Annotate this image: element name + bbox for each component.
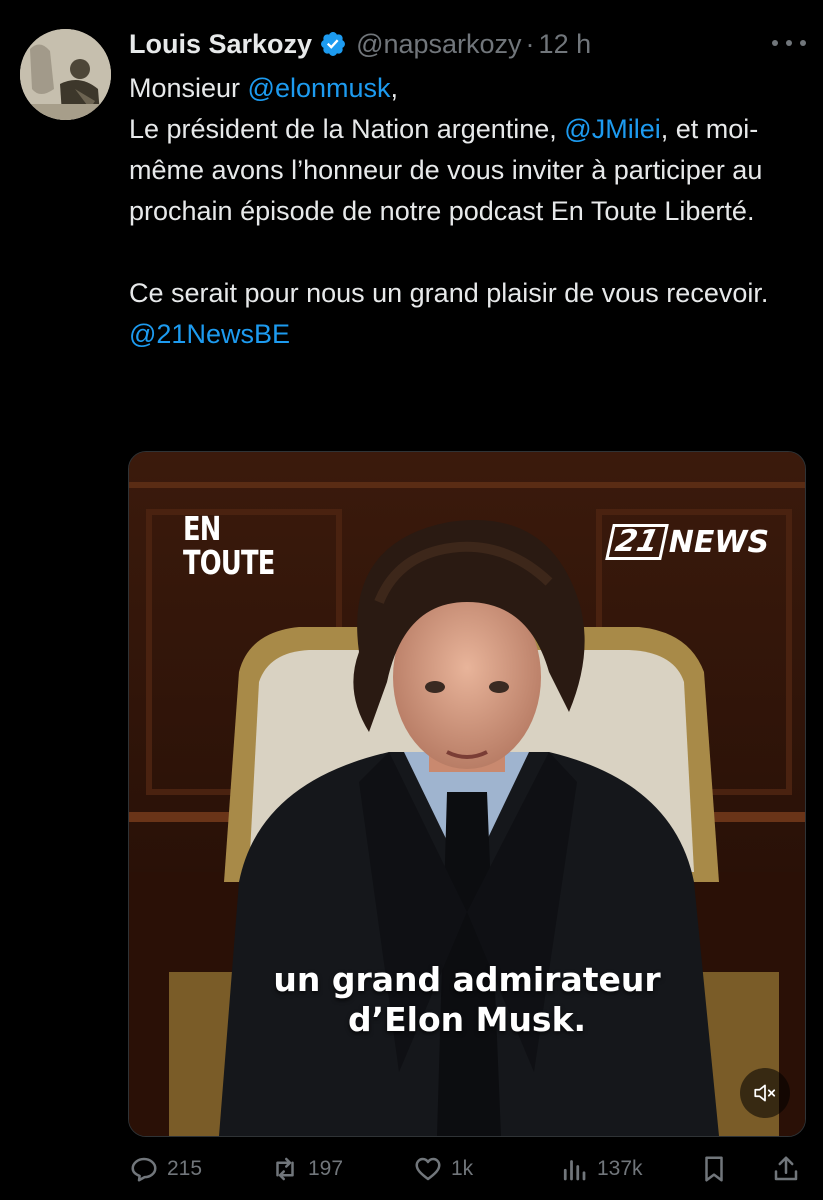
author-handle[interactable]: @napsarkozy	[356, 29, 521, 60]
video-player[interactable]: EN TOUTE 21 NEWS un grand admirateur d’E…	[128, 451, 806, 1137]
mute-button[interactable]	[740, 1068, 790, 1118]
tweet-header: Louis Sarkozy @napsarkozy · 12 h	[129, 26, 591, 62]
caption-line-2: d’Elon Musk.	[347, 1000, 587, 1039]
author-name[interactable]: Louis Sarkozy	[129, 29, 312, 60]
separator-dot: ·	[525, 28, 535, 59]
reply-button[interactable]: 215	[129, 1150, 202, 1188]
channel-logo-text: NEWS	[668, 524, 770, 560]
heart-icon	[415, 1157, 441, 1181]
repost-icon	[276, 1157, 294, 1181]
share-button[interactable]	[771, 1150, 809, 1188]
timestamp[interactable]: 12 h	[539, 29, 592, 60]
avatar[interactable]	[20, 29, 111, 120]
like-button[interactable]: 1k	[413, 1150, 473, 1188]
reply-count: 215	[167, 1157, 203, 1180]
mention-21newsbe[interactable]: @21NewsBE	[129, 314, 809, 355]
paragraph-pleasure: Ce serait pour nous un grand plaisir de …	[129, 278, 769, 308]
views-count: 137k	[597, 1157, 643, 1180]
bookmark-button[interactable]	[699, 1150, 737, 1188]
views-button[interactable]: 137k	[559, 1150, 643, 1188]
tweet-text: Monsieur @elonmusk, Le président de la N…	[129, 68, 809, 355]
paragraph-invitation: Le président de la Nation argentine, @JM…	[129, 109, 809, 232]
bookmark-icon	[705, 1156, 723, 1182]
greeting-line: Monsieur @elonmusk,	[129, 68, 809, 109]
analytics-icon	[563, 1160, 586, 1181]
tweet[interactable]: Louis Sarkozy @napsarkozy · 12 h Monsieu…	[0, 0, 823, 1200]
avatar-image	[20, 29, 111, 120]
greeting-prefix: Monsieur	[129, 73, 248, 103]
share-icon	[774, 1156, 798, 1181]
tweet-actions: 215 197 1k 137k	[129, 1150, 805, 1188]
verified-badge-icon	[319, 30, 347, 58]
show-logo: EN TOUTE	[183, 512, 275, 580]
paragraph-invitation-a: Le président de la Nation argentine,	[129, 114, 565, 144]
like-count: 1k	[451, 1157, 474, 1180]
caption-line-1: un grand admirateur	[273, 960, 661, 999]
repost-count: 197	[308, 1157, 344, 1180]
channel-logo: 21 NEWS	[605, 524, 770, 560]
mention-elonmusk[interactable]: @elonmusk	[248, 73, 391, 103]
speaker-muted-icon	[754, 1084, 776, 1102]
video-caption: un grand admirateur d’Elon Musk.	[129, 960, 805, 1040]
show-logo-line1: EN	[183, 509, 221, 548]
show-logo-line2: TOUTE	[183, 543, 275, 582]
repost-button[interactable]: 197	[270, 1150, 343, 1188]
mention-jmilei[interactable]: @JMilei	[564, 114, 660, 144]
reply-icon	[131, 1157, 157, 1182]
greeting-suffix: ,	[390, 73, 399, 103]
more-options-icon[interactable]	[772, 28, 806, 58]
channel-logo-number: 21	[605, 524, 669, 560]
